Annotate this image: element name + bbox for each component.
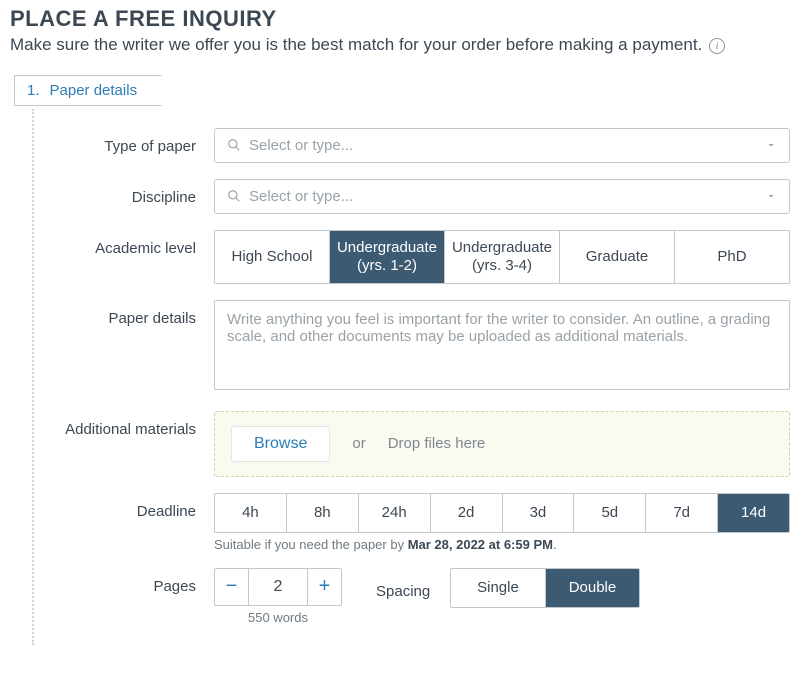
pages-input[interactable]: [249, 569, 307, 605]
spacing-option[interactable]: Double: [545, 569, 640, 607]
chevron-down-icon: [765, 139, 777, 151]
search-icon: [227, 138, 241, 152]
info-icon[interactable]: i: [709, 38, 725, 54]
academic-level-option[interactable]: Undergraduate (yrs. 1-2): [329, 231, 444, 283]
deadline-option[interactable]: 3d: [502, 494, 574, 532]
deadline-option[interactable]: 5d: [573, 494, 645, 532]
materials-dropzone[interactable]: Browse or Drop files here: [214, 411, 790, 477]
deadline-hint: Suitable if you need the paper by Mar 28…: [214, 537, 790, 552]
deadline-hint-suffix: .: [553, 537, 557, 552]
discipline-select[interactable]: Select or type...: [214, 179, 790, 214]
discipline-placeholder: Select or type...: [249, 188, 765, 205]
pages-stepper: − +: [214, 568, 342, 606]
page-subtitle: Make sure the writer we offer you is the…: [10, 34, 790, 57]
search-icon: [227, 189, 241, 203]
spacing-option[interactable]: Single: [451, 569, 545, 607]
deadline-option[interactable]: 14d: [717, 494, 789, 532]
step-number: 1.: [27, 82, 40, 99]
chevron-down-icon: [765, 190, 777, 202]
browse-button[interactable]: Browse: [231, 426, 330, 462]
academic-level-group: High SchoolUndergraduate (yrs. 1-2)Under…: [214, 230, 790, 284]
page-title: PLACE A FREE INQUIRY: [10, 6, 790, 32]
deadline-hint-date: Mar 28, 2022 at 6:59 PM: [408, 537, 553, 552]
spacing-group: SingleDouble: [450, 568, 640, 608]
paper-details-textarea[interactable]: [214, 300, 790, 390]
pages-increment-button[interactable]: +: [307, 569, 341, 605]
label-paper-details: Paper details: [42, 300, 214, 327]
academic-level-option[interactable]: High School: [215, 231, 329, 283]
deadline-option[interactable]: 4h: [215, 494, 286, 532]
subtitle-text: Make sure the writer we offer you is the…: [10, 35, 702, 54]
pages-words: 550 words: [248, 610, 342, 625]
label-spacing: Spacing: [376, 575, 430, 600]
label-type-of-paper: Type of paper: [42, 128, 214, 155]
academic-level-option[interactable]: PhD: [674, 231, 789, 283]
deadline-option[interactable]: 8h: [286, 494, 358, 532]
label-academic-level: Academic level: [42, 230, 214, 257]
label-pages: Pages: [42, 568, 214, 595]
step-tab-paper-details[interactable]: 1. Paper details: [14, 75, 162, 106]
dropzone-text: Drop files here: [388, 435, 486, 452]
label-discipline: Discipline: [42, 179, 214, 206]
deadline-option[interactable]: 7d: [645, 494, 717, 532]
deadline-hint-prefix: Suitable if you need the paper by: [214, 537, 408, 552]
type-of-paper-select[interactable]: Select or type...: [214, 128, 790, 163]
academic-level-option[interactable]: Undergraduate (yrs. 3-4): [444, 231, 559, 283]
type-of-paper-placeholder: Select or type...: [249, 137, 765, 154]
dropzone-or: or: [352, 435, 365, 452]
pages-decrement-button[interactable]: −: [215, 569, 249, 605]
deadline-option[interactable]: 2d: [430, 494, 502, 532]
step-label: Paper details: [50, 82, 138, 99]
label-additional-materials: Additional materials: [42, 411, 214, 438]
deadline-group: 4h8h24h2d3d5d7d14d: [214, 493, 790, 533]
deadline-option[interactable]: 24h: [358, 494, 430, 532]
label-deadline: Deadline: [42, 493, 214, 520]
academic-level-option[interactable]: Graduate: [559, 231, 674, 283]
